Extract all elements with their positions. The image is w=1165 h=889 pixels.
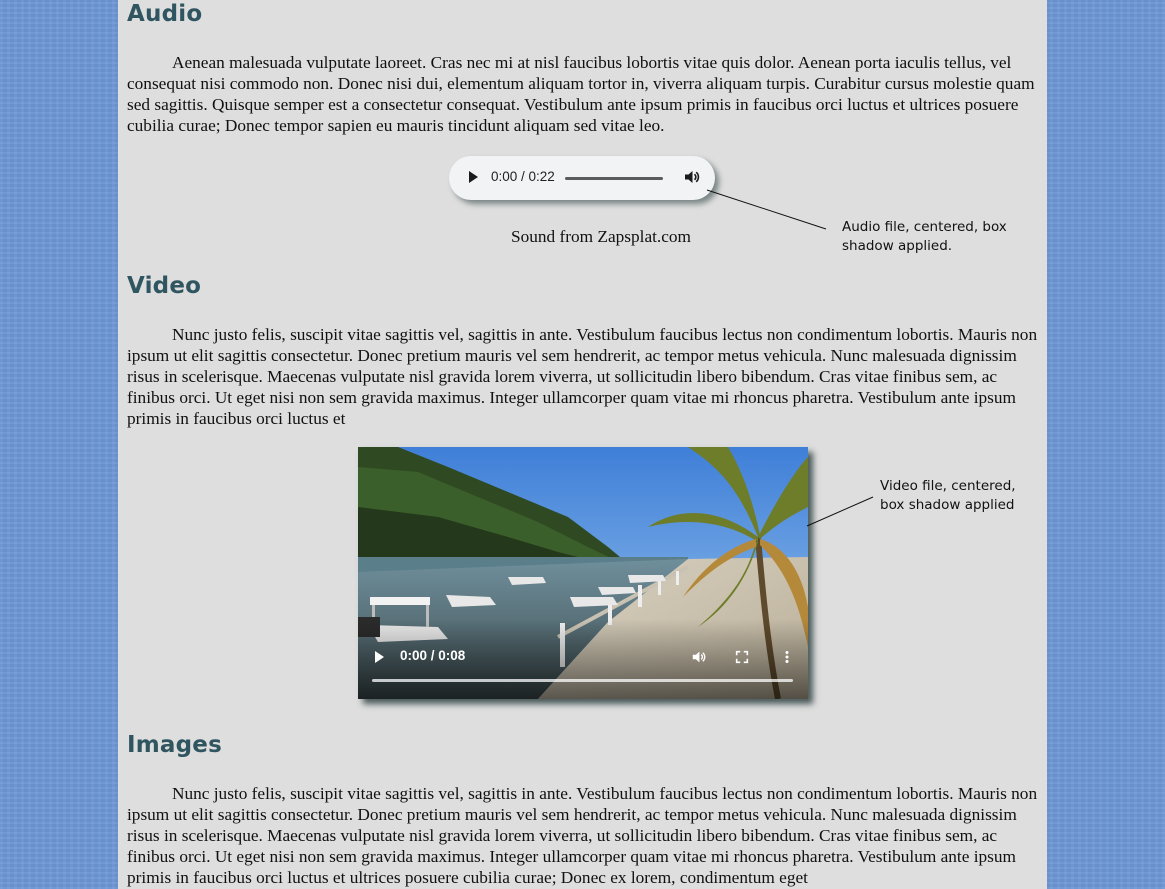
video-paragraph: Nunc justo felis, suscipit vitae sagitti… — [127, 325, 1038, 428]
volume-icon[interactable] — [683, 168, 701, 186]
audio-annotation-line-1: Audio file, centered, box — [842, 219, 1007, 235]
audio-caption: Sound from Zapsplat.com — [511, 227, 691, 246]
video-progress-bar[interactable] — [372, 679, 793, 682]
audio-time: 0:00 / 0:22 — [491, 169, 555, 184]
audio-annotation: Audio file, centered, box shadow applied… — [842, 218, 1007, 256]
audio-paragraph: Aenean malesuada vulputate laoreet. Cras… — [127, 53, 1035, 135]
video-annotation-line-1: Video file, centered, — [880, 478, 1016, 494]
video-time: 0:00 / 0:08 — [400, 648, 466, 663]
audio-heading: Audio — [127, 1, 203, 27]
video-player[interactable]: 0:00 / 0:08 — [358, 447, 808, 699]
more-options-icon[interactable] — [779, 648, 795, 666]
play-icon[interactable] — [469, 171, 478, 183]
volume-icon[interactable] — [691, 648, 707, 666]
play-icon[interactable] — [375, 651, 384, 663]
audio-leader-line — [706, 189, 827, 230]
images-paragraph: Nunc justo felis, suscipit vitae sagitti… — [127, 784, 1038, 887]
content-column: Audio Aenean malesuada vulputate laoreet… — [118, 0, 1047, 889]
fullscreen-icon[interactable] — [734, 648, 750, 666]
video-annotation: Video file, centered, box shadow applied — [880, 477, 1016, 515]
audio-player[interactable]: 0:00 / 0:22 — [449, 156, 715, 200]
audio-annotation-line-2: shadow applied. — [842, 238, 953, 254]
video-heading: Video — [127, 273, 202, 299]
video-annotation-line-2: box shadow applied — [880, 497, 1015, 513]
video-leader-line — [806, 496, 874, 527]
images-heading: Images — [127, 732, 222, 758]
audio-progress-bar[interactable] — [565, 177, 663, 180]
